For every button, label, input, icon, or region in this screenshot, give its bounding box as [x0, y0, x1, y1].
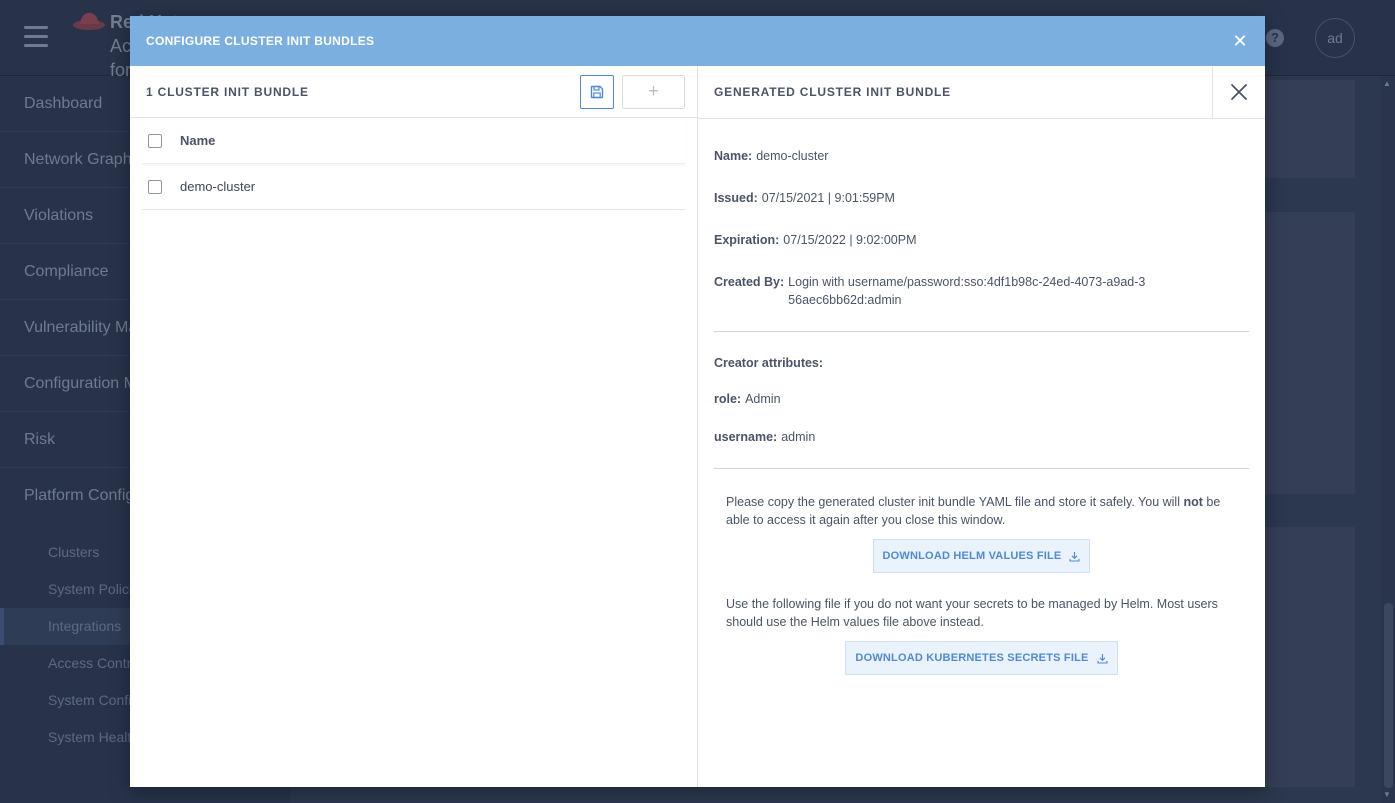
- bundle-count-title: 1 CLUSTER INIT BUNDLE: [146, 84, 309, 99]
- row-checkbox[interactable]: [148, 179, 162, 194]
- field-name: Name: demo-cluster: [714, 149, 829, 163]
- bundle-name-value: demo-cluster: [756, 149, 829, 163]
- secrets-notice: Use the following file if you do not wan…: [726, 597, 1218, 629]
- save-icon: [590, 85, 604, 98]
- download-helm-values-button[interactable]: DOWNLOAD HELM VALUES FILE: [872, 539, 1091, 573]
- close-icon: [1231, 84, 1247, 100]
- bundle-list-pane: 1 CLUSTER INIT BUNDLE + Name demo-cluste…: [130, 66, 698, 787]
- background-panel: [1265, 527, 1355, 787]
- created-by-value: Login with username/password:sso:4df1b98…: [788, 275, 1146, 307]
- table-row[interactable]: demo-cluster: [142, 164, 685, 210]
- red-hat-logo-icon: [73, 12, 105, 30]
- details-close-button[interactable]: [1212, 66, 1265, 118]
- attr-username: username: admin: [714, 430, 816, 444]
- modal-header: CONFIGURE CLUSTER INIT BUNDLES ✕: [130, 16, 1265, 66]
- details-body: Name: demo-cluster Issued: 07/15/2021 | …: [698, 147, 1265, 675]
- background-panel: [1265, 212, 1355, 494]
- table-header-row: Name: [142, 118, 685, 164]
- user-avatar[interactable]: ad: [1315, 18, 1355, 58]
- modal-body: 1 CLUSTER INIT BUNDLE + Name demo-cluste…: [130, 66, 1265, 787]
- expiration-value: 07/15/2022 | 9:02:00PM: [783, 233, 917, 247]
- configure-cluster-init-bundles-modal: CONFIGURE CLUSTER INIT BUNDLES ✕ 1 CLUST…: [130, 16, 1265, 787]
- select-all-checkbox[interactable]: [148, 133, 162, 148]
- help-icon[interactable]: ?: [1266, 29, 1284, 47]
- copy-warning-notice: Please copy the generated cluster init b…: [726, 495, 1221, 527]
- creator-attributes-heading: Creator attributes:: [714, 356, 824, 370]
- row-name: demo-cluster: [180, 179, 256, 194]
- divider: [714, 331, 1249, 332]
- bundle-details-pane: GENERATED CLUSTER INIT BUNDLE Name: demo…: [698, 66, 1265, 787]
- role-value: Admin: [745, 392, 781, 406]
- modal-close-icon[interactable]: ✕: [1231, 32, 1249, 50]
- username-value: admin: [781, 430, 816, 444]
- details-title: GENERATED CLUSTER INIT BUNDLE: [714, 85, 951, 99]
- add-bundle-button[interactable]: +: [622, 74, 685, 109]
- modal-title: CONFIGURE CLUSTER INIT BUNDLES: [146, 34, 375, 48]
- download-icon: [1097, 653, 1108, 664]
- hamburger-menu-icon[interactable]: [24, 26, 48, 48]
- attr-role: role: Admin: [714, 392, 781, 406]
- bundle-list-header: 1 CLUSTER INIT BUNDLE +: [130, 66, 697, 118]
- download-kubernetes-secrets-button[interactable]: DOWNLOAD KUBERNETES SECRETS FILE: [845, 641, 1118, 675]
- background-panel: [1265, 80, 1355, 178]
- bundle-table: Name demo-cluster: [130, 118, 697, 210]
- scroll-down-icon[interactable]: ▼: [1383, 790, 1391, 799]
- field-expiration: Expiration: 07/15/2022 | 9:02:00PM: [714, 233, 917, 247]
- issued-value: 07/15/2021 | 9:01:59PM: [761, 191, 895, 205]
- save-button[interactable]: [580, 74, 614, 109]
- download-icon: [1069, 551, 1081, 562]
- details-header: GENERATED CLUSTER INIT BUNDLE: [698, 66, 1265, 119]
- field-created-by: Created By: Login with username/password…: [714, 273, 1249, 309]
- scroll-up-icon[interactable]: ▲: [1383, 79, 1391, 88]
- column-header-name[interactable]: Name: [180, 133, 215, 148]
- page-scrollbar-thumb[interactable]: [1384, 603, 1393, 788]
- field-issued: Issued: 07/15/2021 | 9:01:59PM: [714, 191, 895, 205]
